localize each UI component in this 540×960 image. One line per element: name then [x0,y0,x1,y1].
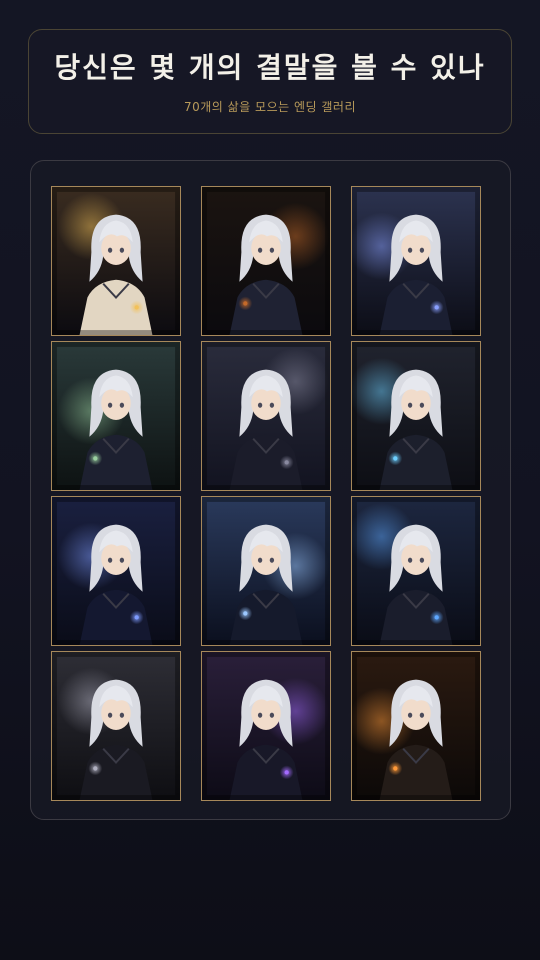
ending-illustration [202,497,330,645]
ending-thumbnail[interactable] [351,651,481,801]
ending-thumbnail[interactable] [51,496,181,646]
ending-illustration [352,652,480,800]
ending-illustration [352,497,480,645]
ending-illustration [52,652,180,800]
page-title: 당신은 몇 개의 결말을 볼 수 있나 [54,51,486,84]
ending-illustration [52,187,180,335]
ending-illustration [352,187,480,335]
ending-thumbnail[interactable] [51,186,181,336]
ending-gallery-grid [51,186,481,801]
ending-illustration [52,342,180,490]
ending-thumbnail[interactable] [351,186,481,336]
ending-thumbnail[interactable] [51,341,181,491]
ending-illustration [352,342,480,490]
ending-thumbnail[interactable] [351,496,481,646]
ending-thumbnail[interactable] [351,341,481,491]
ending-thumbnail[interactable] [201,341,331,491]
ending-illustration [202,187,330,335]
ending-illustration [52,497,180,645]
ending-illustration [202,342,330,490]
ending-illustration [202,652,330,800]
ending-thumbnail[interactable] [51,651,181,801]
ending-thumbnail[interactable] [201,496,331,646]
ending-thumbnail[interactable] [201,651,331,801]
page-subtitle: 70개의 삶을 모으는 엔딩 갤러리 [183,100,356,114]
header-card: 당신은 몇 개의 결말을 볼 수 있나 70개의 삶을 모으는 엔딩 갤러리 [28,29,512,134]
ending-thumbnail[interactable] [201,186,331,336]
ending-gallery-panel [30,160,511,820]
